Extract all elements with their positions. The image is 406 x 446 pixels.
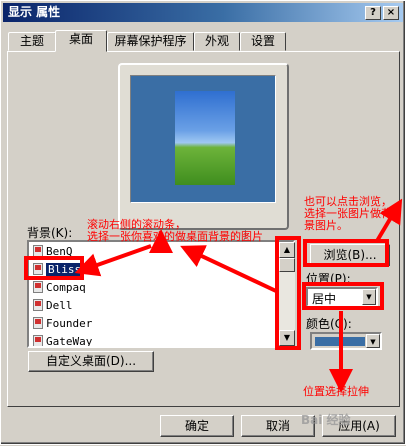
arrow-to-note bbox=[180, 245, 277, 293]
arrow-to-browse-note bbox=[375, 198, 403, 243]
annotation-arrows bbox=[74, 198, 403, 393]
display-properties-window: 显示 属性 ? × 主题 桌面 屏幕保护程序 外观 设置 背景(K): BenQ… bbox=[0, 0, 406, 445]
arrow-to-bliss bbox=[74, 244, 152, 277]
